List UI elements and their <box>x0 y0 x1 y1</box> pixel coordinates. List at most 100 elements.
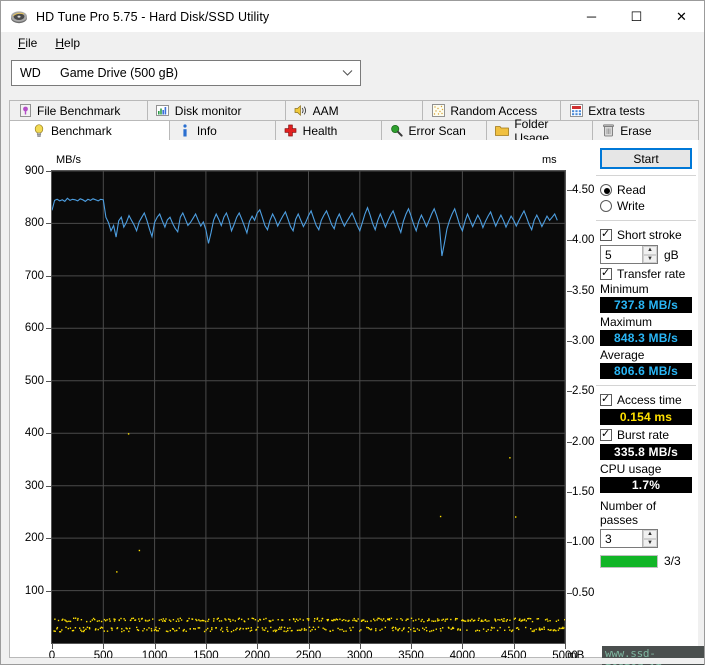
minimum-value: 737.8 MB/s <box>600 297 692 313</box>
tab-health-label: Health <box>303 124 338 138</box>
divider <box>596 385 696 386</box>
checkbox-short-stroke[interactable]: Short stroke <box>594 227 698 243</box>
checkbox-burst-rate[interactable]: Burst rate <box>594 427 698 443</box>
radio-write[interactable]: Write <box>594 198 698 214</box>
y-tick-label: 400 <box>12 427 44 439</box>
maximum-label: Maximum <box>594 315 698 329</box>
minimize-button[interactable]: ─ <box>569 1 614 32</box>
menu-help[interactable]: Help <box>46 34 89 52</box>
tab-aam[interactable]: AAM <box>285 100 424 120</box>
status-bar <box>1 658 704 664</box>
tab-benchmark[interactable]: Benchmark <box>9 120 170 140</box>
tab-aam-label: AAM <box>313 104 339 118</box>
benchmark-panel: MB/s ms 1002003004005006007008009000.501… <box>9 140 698 658</box>
tab-disk-monitor-label: Disk monitor <box>175 104 242 118</box>
checkbox-access-time[interactable]: Access time <box>594 392 698 408</box>
progress-row: 3/3 <box>594 550 698 568</box>
window-controls: ─ ☐ ✕ <box>569 1 704 32</box>
passes-value: 3 <box>601 532 642 546</box>
tab-error-scan[interactable]: Error Scan <box>381 120 488 140</box>
transfer-rate-checkbox[interactable] <box>600 268 612 280</box>
trash-icon <box>601 124 615 138</box>
y-axis-label: MB/s <box>56 154 81 166</box>
tab-extra-tests-label: Extra tests <box>588 104 645 118</box>
tab-random-access-label: Random Access <box>450 104 537 118</box>
tab-erase[interactable]: Erase <box>592 120 699 140</box>
close-button[interactable]: ✕ <box>659 1 704 32</box>
drive-toolbar: WD Game Drive (500 gB) – °C <box>1 54 704 94</box>
tab-row-bottom: Benchmark Info Health Error Scan Folder … <box>9 120 698 140</box>
tab-disk-monitor[interactable]: Disk monitor <box>147 100 286 120</box>
passes-input[interactable]: 3 ▲ ▼ <box>600 529 658 548</box>
tab-file-benchmark[interactable]: File Benchmark <box>9 100 148 120</box>
passes-stepper-row: 3 ▲ ▼ <box>594 527 698 550</box>
passes-stepper-down-icon[interactable]: ▼ <box>643 539 657 548</box>
passes-stepper-up-icon[interactable]: ▲ <box>643 530 657 539</box>
progress-bar <box>600 555 658 568</box>
menu-bar: File Help <box>1 32 704 54</box>
divider <box>596 220 696 221</box>
tab-benchmark-label: Benchmark <box>51 124 112 138</box>
chart-canvas <box>52 171 565 643</box>
short-stroke-label: Short stroke <box>617 228 682 242</box>
radio-write-indicator[interactable] <box>600 200 612 212</box>
drive-vendor: WD <box>12 66 60 80</box>
tab-info[interactable]: Info <box>169 120 276 140</box>
progress-fill <box>601 556 657 567</box>
window-title: HD Tune Pro 5.75 - Hard Disk/SSD Utility <box>36 10 269 24</box>
folder-icon <box>495 124 509 138</box>
short-stroke-value: 5 <box>601 248 642 262</box>
menu-help-rest: elp <box>64 36 80 50</box>
transfer-rate-label: Transfer rate <box>617 267 685 281</box>
drive-model: Game Drive (500 gB) <box>60 66 334 80</box>
access-time-value: 0.154 ms <box>600 409 692 425</box>
tab-row-top: File Benchmark Disk monitor AAM Random A… <box>9 100 698 120</box>
title-bar: HD Tune Pro 5.75 - Hard Disk/SSD Utility… <box>1 1 704 32</box>
average-label: Average <box>594 348 698 362</box>
short-stroke-input[interactable]: 5 ▲ ▼ <box>600 245 658 264</box>
benchmark-chart: MB/s ms 1002003004005006007008009000.501… <box>10 140 585 656</box>
hd-tune-window: HD Tune Pro 5.75 - Hard Disk/SSD Utility… <box>0 0 705 665</box>
burst-rate-checkbox[interactable] <box>600 429 612 441</box>
quantity-stepper[interactable]: ▲ ▼ <box>642 246 657 263</box>
lightbulb-icon <box>32 124 46 138</box>
y-tick-label: 900 <box>12 165 44 177</box>
burst-rate-label: Burst rate <box>617 428 669 442</box>
y-tick-label: 100 <box>12 585 44 597</box>
y-tick-label: 700 <box>12 270 44 282</box>
maximum-value: 848.3 MB/s <box>600 330 692 346</box>
magnifier-icon <box>390 124 404 138</box>
y2-axis-label: ms <box>542 154 557 166</box>
chart-plot-area <box>51 170 566 644</box>
menu-file[interactable]: File <box>9 34 46 52</box>
passes-stepper[interactable]: ▲ ▼ <box>642 530 657 547</box>
minimum-label: Minimum <box>594 282 698 296</box>
radio-read[interactable]: Read <box>594 182 698 198</box>
chevron-down-icon[interactable] <box>334 61 360 85</box>
tab-health[interactable]: Health <box>275 120 382 140</box>
radio-read-label: Read <box>617 183 646 197</box>
cpu-usage-label: CPU usage <box>594 462 698 476</box>
stepper-up-icon[interactable]: ▲ <box>643 246 657 255</box>
cpu-usage-value: 1.7% <box>600 477 692 493</box>
maximize-button[interactable]: ☐ <box>614 1 659 32</box>
burst-rate-value: 335.8 MB/s <box>600 444 692 460</box>
stepper-down-icon[interactable]: ▼ <box>643 255 657 264</box>
tab-erase-label: Erase <box>620 124 651 138</box>
radio-write-label: Write <box>617 199 645 213</box>
tab-folder-usage[interactable]: Folder Usage <box>486 120 593 140</box>
drive-select[interactable]: WD Game Drive (500 gB) <box>11 60 361 86</box>
start-button[interactable]: Start <box>600 148 692 169</box>
file-benchmark-icon <box>18 104 32 118</box>
menu-file-rest: ile <box>25 36 37 50</box>
harddisk-icon <box>9 7 29 27</box>
short-stroke-checkbox[interactable] <box>600 229 612 241</box>
disk-monitor-icon <box>156 104 170 118</box>
checkbox-transfer-rate[interactable]: Transfer rate <box>594 266 698 282</box>
radio-read-indicator[interactable] <box>600 184 612 196</box>
health-cross-icon <box>284 124 298 138</box>
y-tick-label: 500 <box>12 375 44 387</box>
y-tick-label: 600 <box>12 322 44 334</box>
access-time-checkbox[interactable] <box>600 394 612 406</box>
passes-label: Number of passes <box>594 499 698 527</box>
